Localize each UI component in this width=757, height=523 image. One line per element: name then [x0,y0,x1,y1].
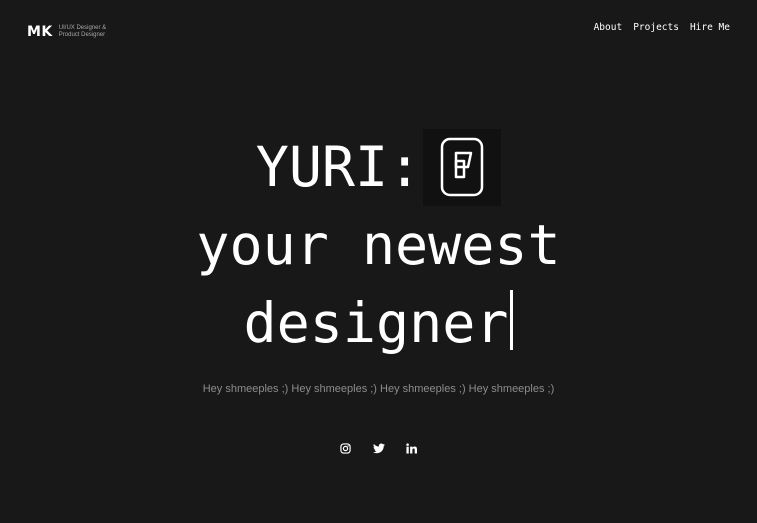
top-bar: MK UI/UX Designer & Product Designer Abo… [0,0,757,60]
hero-heading: YURI: your newest designer [0,128,757,362]
phone-with-card-icon [423,128,502,206]
hero-line-3: designer [0,284,757,362]
nav-projects-link[interactable]: Projects [633,22,679,33]
nav-hire-me-link[interactable]: Hire Me [690,22,730,33]
main-nav: About Projects Hire Me [594,22,730,33]
typing-cursor [510,290,514,350]
instagram-icon[interactable] [339,441,353,455]
hero-line-2: your newest [196,213,561,277]
hero-line-1: YURI: [0,128,757,206]
logo-subtitle-line2: Product Designer [58,32,106,38]
linkedin-icon[interactable] [405,441,419,455]
hero-line-3-text: designer [243,291,509,355]
logo-subtitle-line1: UI/UX Designer & [58,24,107,31]
nav-about-link[interactable]: About [594,22,623,33]
logo-mark: MK [27,24,53,40]
tagline: Hey shmeeples ;) Hey shmeeples ;) Hey sh… [202,383,555,395]
hero-title-yuri: YURI: [255,135,422,199]
logo[interactable]: MK UI/UX Designer & Product Designer [27,24,106,40]
twitter-icon[interactable] [372,441,386,455]
social-links [0,441,757,455]
logo-subtitle: UI/UX Designer & Product Designer [59,25,106,40]
